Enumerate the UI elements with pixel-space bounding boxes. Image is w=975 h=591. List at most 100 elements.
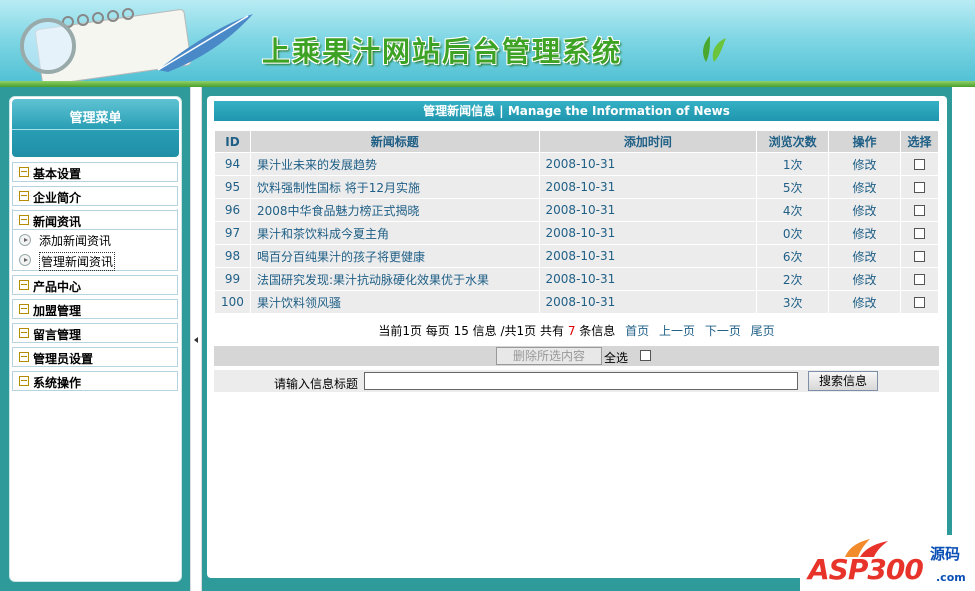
row-checkbox[interactable] bbox=[914, 182, 925, 193]
cell-id: 97 bbox=[214, 221, 251, 245]
cell-views: 3次 bbox=[756, 290, 830, 314]
row-checkbox[interactable] bbox=[914, 251, 925, 262]
watermark-sub: 源码 bbox=[930, 545, 961, 563]
main-panel: 管理新闻信息 | Manage the Information of News … bbox=[207, 96, 947, 578]
search-input[interactable] bbox=[364, 372, 798, 390]
notebook-quill-logo bbox=[20, 8, 253, 82]
table-row: 100 果汁饮料领风骚 2008-10-31 3次 修改 bbox=[214, 290, 939, 314]
collapse-icon bbox=[19, 280, 29, 290]
arrow-circle-icon bbox=[19, 254, 31, 266]
cell-date: 2008-10-31 bbox=[538, 221, 758, 245]
sidebar-item-label: 企业简介 bbox=[33, 191, 82, 205]
sidebar-item-messages[interactable]: 留言管理 bbox=[12, 323, 178, 343]
cell-select bbox=[900, 290, 939, 314]
collapse-icon bbox=[19, 352, 29, 362]
sidebar-item-system[interactable]: 系统操作 bbox=[12, 371, 178, 391]
menu-title: 管理菜单 bbox=[69, 111, 122, 126]
cell-id: 99 bbox=[214, 267, 251, 291]
search-label: 请输入信息标题 bbox=[274, 377, 359, 391]
cell-select bbox=[900, 152, 939, 176]
left-frame: 管理菜单 基本设置 企业简介 新闻资讯 添加新闻资讯 管理新闻资讯 产品中心 加… bbox=[0, 87, 190, 591]
watermark-logo-text: ASP300 bbox=[808, 553, 924, 586]
news-table-body: 94 果汁业未来的发展趋势 2008-10-31 1次 修改 95 饮料强制性国标 将于12… bbox=[214, 152, 939, 314]
collapse-icon bbox=[19, 328, 29, 338]
sidebar-item-basic-settings[interactable]: 基本设置 bbox=[12, 162, 178, 182]
cell-date: 2008-10-31 bbox=[538, 198, 758, 222]
menu-divider bbox=[12, 129, 179, 130]
leaf-icon bbox=[703, 36, 726, 62]
sidebar-item-company-intro[interactable]: 企业简介 bbox=[12, 186, 178, 206]
row-checkbox[interactable] bbox=[914, 228, 925, 239]
cell-title-link[interactable]: 2008中华食品魅力榜正式揭晓 bbox=[249, 198, 540, 222]
cell-id: 98 bbox=[214, 244, 251, 268]
cell-select bbox=[900, 175, 939, 199]
cell-date: 2008-10-31 bbox=[538, 175, 758, 199]
bulk-action-bar: 删除所选内容 全选 bbox=[214, 346, 939, 366]
pager-first-link[interactable]: 首页 bbox=[625, 324, 649, 338]
cell-title-link[interactable]: 法国研究发现:果汁抗动脉硬化效果优于水果 bbox=[249, 267, 540, 291]
right-frame: 管理新闻信息 | Manage the Information of News … bbox=[202, 87, 975, 591]
pager-suffix: 条信息 bbox=[579, 324, 616, 338]
sidebar-item-label: 基本设置 bbox=[33, 167, 82, 181]
sidebar-item-label: 管理员设置 bbox=[33, 352, 94, 366]
col-id: ID bbox=[214, 130, 251, 153]
select-all-checkbox[interactable] bbox=[640, 350, 651, 361]
arrow-circle-icon bbox=[19, 234, 31, 246]
edit-link[interactable]: 修改 bbox=[828, 152, 901, 176]
menu-panel: 管理菜单 基本设置 企业简介 新闻资讯 添加新闻资讯 管理新闻资讯 产品中心 加… bbox=[9, 96, 182, 582]
cell-date: 2008-10-31 bbox=[538, 267, 758, 291]
row-checkbox[interactable] bbox=[914, 297, 925, 308]
row-checkbox[interactable] bbox=[914, 205, 925, 216]
pager-info: 当前1页 每页 15 信息 /共1页 共有 bbox=[378, 324, 564, 338]
sidebar-item-franchise[interactable]: 加盟管理 bbox=[12, 299, 178, 319]
site-title: 上乘果汁网站后台管理系统 bbox=[262, 35, 623, 68]
page-title: 管理新闻信息 | Manage the Information of News bbox=[214, 101, 939, 121]
edit-link[interactable]: 修改 bbox=[828, 244, 901, 268]
pager-prev-link[interactable]: 上一页 bbox=[659, 324, 695, 338]
menu-header: 管理菜单 bbox=[12, 99, 179, 157]
table-row: 95 饮料强制性国标 将于12月实施 2008-10-31 5次 修改 bbox=[214, 175, 939, 199]
table-row: 97 果汁和茶饮料成今夏主角 2008-10-31 0次 修改 bbox=[214, 221, 939, 245]
cell-title-link[interactable]: 喝百分百纯果汁的孩子将更健康 bbox=[249, 244, 540, 268]
cell-title-link[interactable]: 果汁业未来的发展趋势 bbox=[249, 152, 540, 176]
col-action: 操作 bbox=[828, 130, 901, 153]
sidebar-item-label: 管理新闻资讯 bbox=[39, 252, 116, 271]
cell-views: 6次 bbox=[756, 244, 830, 268]
search-bar: 请输入信息标题 搜索信息 bbox=[214, 370, 939, 392]
row-checkbox[interactable] bbox=[914, 274, 925, 285]
search-button[interactable]: 搜索信息 bbox=[808, 371, 878, 391]
collapse-sidebar-icon[interactable] bbox=[194, 337, 198, 343]
cell-title-link[interactable]: 果汁和茶饮料成今夏主角 bbox=[249, 221, 540, 245]
cell-date: 2008-10-31 bbox=[538, 290, 758, 314]
table-row: 94 果汁业未来的发展趋势 2008-10-31 1次 修改 bbox=[214, 152, 939, 176]
sidebar-item-admin-settings[interactable]: 管理员设置 bbox=[12, 347, 178, 367]
pager-last-link[interactable]: 尾页 bbox=[751, 324, 775, 338]
cell-select bbox=[900, 267, 939, 291]
edit-link[interactable]: 修改 bbox=[828, 267, 901, 291]
edit-link[interactable]: 修改 bbox=[828, 175, 901, 199]
pager-next-link[interactable]: 下一页 bbox=[705, 324, 741, 338]
cell-date: 2008-10-31 bbox=[538, 152, 758, 176]
edit-link[interactable]: 修改 bbox=[828, 290, 901, 314]
news-table: ID 新闻标题 添加时间 浏览次数 操作 选择 94 果汁业未来的发展趋势 2008… bbox=[214, 130, 939, 314]
sidebar-item-products[interactable]: 产品中心 bbox=[12, 275, 178, 295]
cell-id: 94 bbox=[214, 152, 251, 176]
cell-date: 2008-10-31 bbox=[538, 244, 758, 268]
row-checkbox[interactable] bbox=[914, 159, 925, 170]
col-views: 浏览次数 bbox=[756, 130, 830, 153]
delete-selected-button[interactable]: 删除所选内容 bbox=[496, 347, 602, 365]
right-gutter bbox=[952, 87, 975, 591]
cell-select bbox=[900, 221, 939, 245]
frame-divider[interactable] bbox=[190, 87, 202, 591]
sidebar-item-label: 留言管理 bbox=[33, 328, 82, 342]
pager-count: 7 bbox=[567, 324, 576, 338]
edit-link[interactable]: 修改 bbox=[828, 221, 901, 245]
table-row: 98 喝百分百纯果汁的孩子将更健康 2008-10-31 6次 修改 bbox=[214, 244, 939, 268]
col-date: 添加时间 bbox=[538, 130, 758, 153]
sidebar-item-label: 添加新闻资讯 bbox=[39, 234, 112, 248]
cell-id: 95 bbox=[214, 175, 251, 199]
cell-title-link[interactable]: 饮料强制性国标 将于12月实施 bbox=[249, 175, 540, 199]
edit-link[interactable]: 修改 bbox=[828, 198, 901, 222]
cell-title-link[interactable]: 果汁饮料领风骚 bbox=[249, 290, 540, 314]
news-submenu: 添加新闻资讯 管理新闻资讯 bbox=[12, 209, 178, 271]
